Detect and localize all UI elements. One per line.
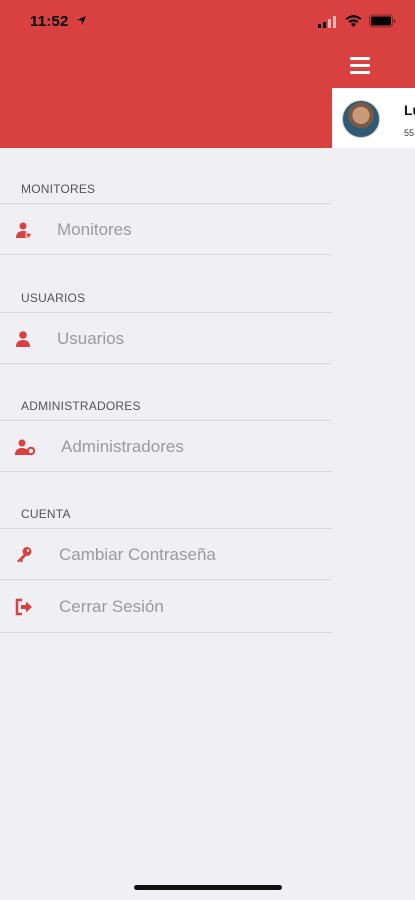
- hamburger-menu-button[interactable]: [350, 57, 374, 77]
- menu-bar: [350, 64, 370, 67]
- status-time: 11:52: [30, 13, 69, 30]
- admin-user-icon: [15, 439, 36, 456]
- menu-bar: [350, 71, 370, 74]
- key-icon: [17, 547, 32, 563]
- section-title-cuenta: CUENTA: [21, 507, 71, 521]
- menu-item-label: Usuarios: [57, 329, 125, 348]
- menu-item-label: Monitores: [57, 220, 132, 239]
- menu-item-label: Cerrar Sesión: [59, 597, 164, 616]
- menu-item-label: Cambiar Contraseña: [59, 545, 216, 564]
- menu-item-cambiar-contrasena[interactable]: Cambiar Contraseña: [0, 528, 332, 580]
- menu-item-administradores[interactable]: Administradores: [0, 420, 332, 472]
- menu-item-cerrar-sesion[interactable]: Cerrar Sesión: [0, 581, 332, 633]
- section-title-usuarios: USUARIOS: [21, 291, 86, 305]
- avatar: [342, 100, 380, 138]
- menu-bar: [350, 57, 370, 60]
- side-drawer: MONITORES Monitores USUARIOS Usuarios AD…: [0, 148, 332, 900]
- location-arrow-icon: [77, 16, 86, 25]
- user-monitor-icon: [16, 222, 32, 238]
- menu-item-label: Administradores: [61, 437, 184, 456]
- menu-item-monitores[interactable]: Monitores: [0, 203, 332, 255]
- home-indicator: [134, 885, 282, 890]
- section-title-monitores: MONITORES: [21, 182, 96, 196]
- user-card[interactable]: Lu 55: [332, 88, 415, 148]
- cellular-signal-icon: [318, 16, 336, 28]
- battery-icon: [369, 14, 396, 28]
- user-icon: [16, 331, 30, 347]
- user-name: Lu: [404, 102, 415, 118]
- section-title-administradores: ADMINISTRADORES: [21, 399, 141, 413]
- menu-item-usuarios[interactable]: Usuarios: [0, 312, 332, 364]
- user-phone: 55: [404, 128, 415, 138]
- logout-icon: [15, 598, 32, 616]
- status-bar: 11:52: [0, 0, 415, 44]
- wifi-icon: [345, 15, 362, 27]
